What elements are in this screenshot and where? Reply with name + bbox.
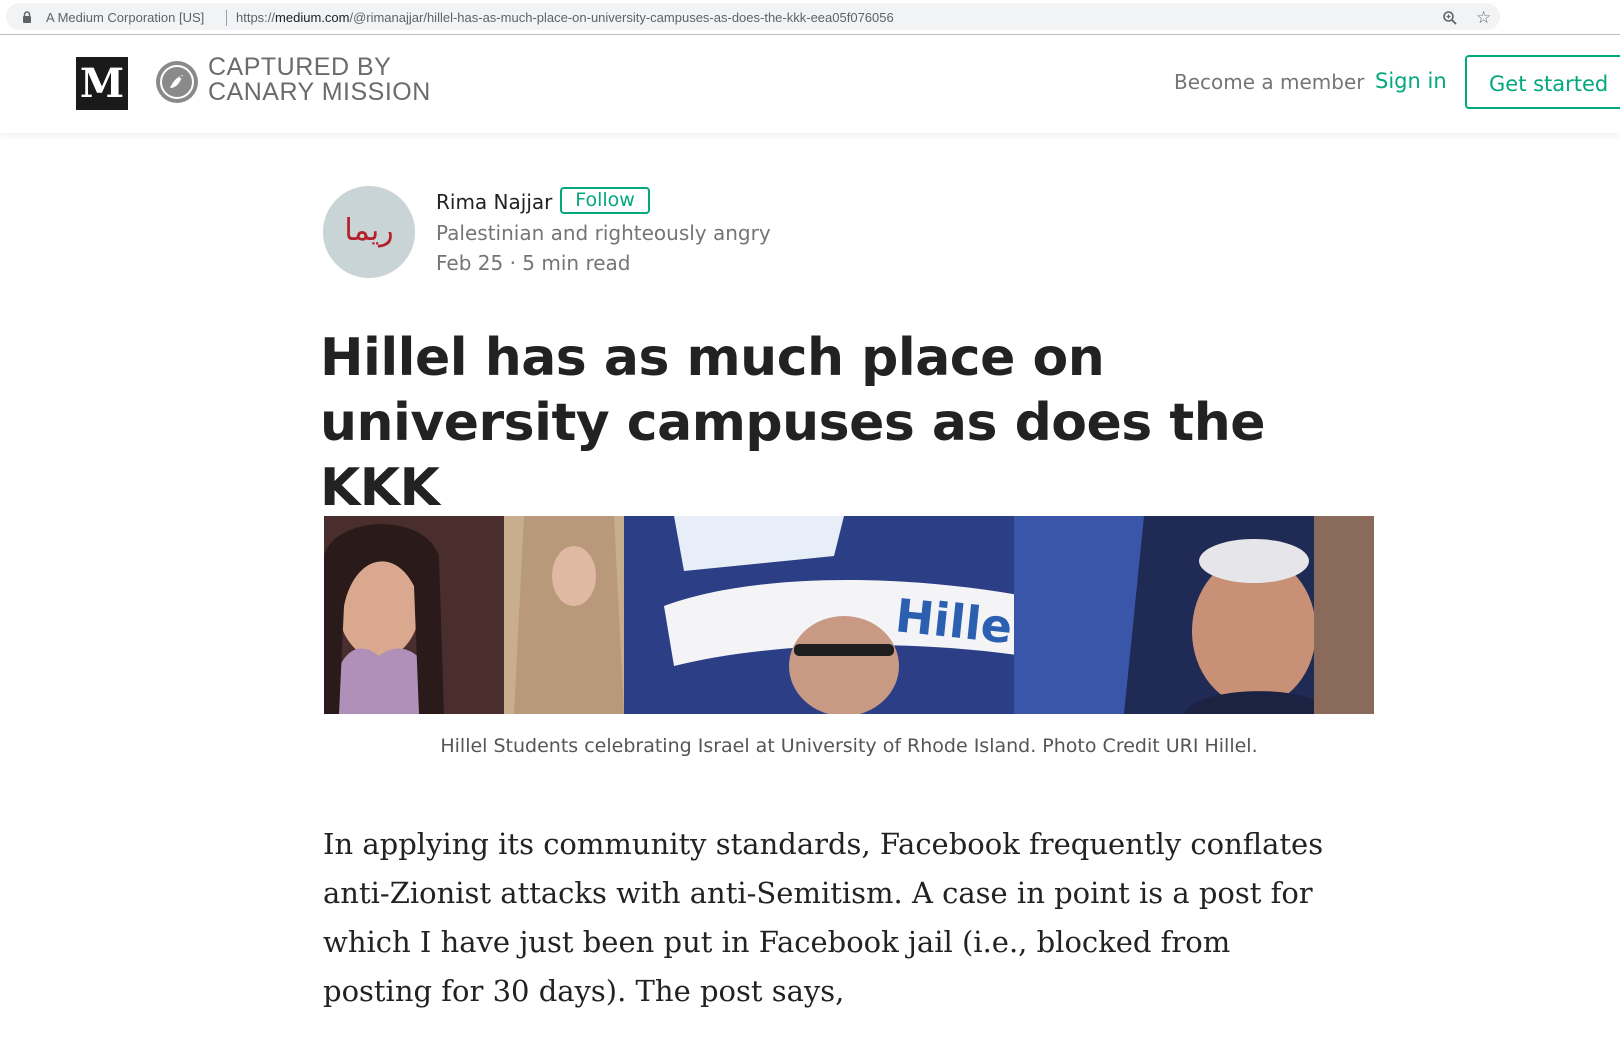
publish-date[interactable]: Feb 25 — [436, 251, 503, 275]
follow-button[interactable]: Follow — [560, 187, 650, 214]
article-title: Hillel has as much place on university c… — [320, 328, 1265, 518]
read-time: 5 min read — [522, 251, 631, 275]
zoom-icon[interactable] — [1442, 10, 1458, 26]
site-identity[interactable]: A Medium Corporation [US] — [46, 10, 204, 25]
address-separator — [226, 10, 227, 26]
become-member-link[interactable]: Become a member — [1174, 70, 1365, 94]
publication-line-1: CAPTURED BY — [208, 53, 392, 81]
article-paragraph: In applying its community standards, Fac… — [323, 827, 1324, 1008]
url-host: medium.com — [275, 10, 350, 25]
avatar-signature: ريما — [344, 213, 393, 248]
url-path: /@rimanajjar/hillel-has-as-much-place-on… — [349, 10, 894, 25]
url-prefix: https:// — [236, 10, 276, 25]
sign-in-link[interactable]: Sign in — [1375, 69, 1447, 93]
author-name[interactable]: Rima Najjar — [436, 190, 552, 214]
url-text[interactable]: https://medium.com/@rimanajjar/hillel-ha… — [236, 10, 894, 25]
publication-bird-icon[interactable] — [156, 61, 198, 103]
author-bio: Palestinian and righteously angry — [436, 221, 771, 245]
lock-icon[interactable] — [22, 11, 32, 23]
article-meta: Feb 25 · 5 min read — [436, 251, 631, 275]
star-icon[interactable]: ☆ — [1476, 9, 1491, 27]
medium-logo[interactable]: M — [76, 57, 128, 110]
article-hero-image[interactable]: Hillel — [324, 516, 1374, 714]
get-started-button[interactable]: Get started — [1465, 55, 1620, 109]
image-caption: Hillel Students celebrating Israel at Un… — [440, 735, 1258, 757]
publication-name[interactable]: CAPTURED BY CANARY MISSION — [208, 55, 468, 105]
author-avatar[interactable]: ريما — [323, 186, 415, 278]
omnibox[interactable]: A Medium Corporation [US] https://medium… — [6, 3, 1500, 30]
publication-line-2: CANARY MISSION — [208, 78, 431, 106]
site-header: M CAPTURED BY CANARY MISSION Become a me… — [0, 35, 1620, 133]
meta-separator: · — [509, 251, 516, 275]
browser-address-bar: A Medium Corporation [US] https://medium… — [0, 0, 1620, 35]
